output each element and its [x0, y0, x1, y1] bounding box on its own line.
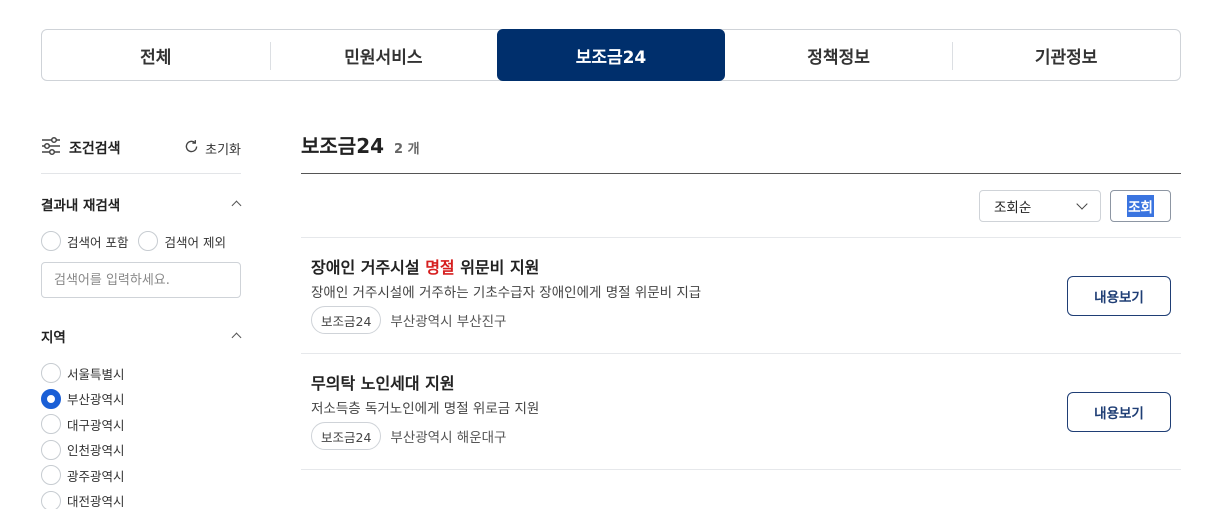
radio-circle[interactable]: [41, 231, 61, 251]
refine-section-title: 결과내 재검색: [41, 198, 121, 214]
region-option-gwangju[interactable]: 광주광역시: [41, 465, 241, 485]
result-title-text: 장애인 거주시설: [311, 258, 426, 277]
tab-agency-info[interactable]: 기관정보: [952, 30, 1180, 80]
region-option-incheon[interactable]: 인천광역시: [41, 439, 241, 460]
result-description: 저소득층 독거노인에게 명절 위로금 지원: [311, 401, 540, 417]
query-button[interactable]: 조회: [1110, 190, 1171, 222]
sidebar-header: 조건검색 초기화: [41, 130, 241, 166]
radio-circle[interactable]: [41, 465, 61, 485]
result-title-text: 무의탁 노인세대 지원: [311, 374, 455, 393]
reset-label: 초기화: [205, 142, 241, 158]
tab-all[interactable]: 전체: [42, 30, 270, 80]
sidebar-divider: [41, 173, 241, 174]
region-option-label: 부산광역시: [67, 392, 125, 407]
radio-circle[interactable]: [41, 439, 61, 460]
filter-sidebar: 조건검색 초기화 결과내 재검색 검색어 포함 검색어 제외 지역: [41, 130, 241, 509]
refine-options: 검색어 포함 검색어 제외: [41, 231, 241, 251]
sidebar-title-label: 조건검색: [69, 141, 121, 157]
region-section-header[interactable]: 지역: [41, 325, 241, 347]
view-detail-button[interactable]: 내용보기: [1067, 392, 1171, 432]
region-option-daejeon[interactable]: 대전광역시: [41, 490, 241, 509]
results-header: 보조금24 2 개: [301, 130, 1181, 164]
region-option-label: 광주광역시: [67, 468, 125, 484]
page-title: 보조금24: [301, 134, 385, 158]
region-section-title: 지역: [41, 330, 66, 346]
results-controls: 조회순 조회: [301, 190, 1181, 222]
region-option-label: 대구광역시: [67, 417, 125, 433]
result-location: 부산광역시 부산진구: [390, 314, 507, 330]
result-description: 장애인 거주시설에 거주하는 기초수급자 장애인에게 명절 위문비 지급: [311, 285, 702, 301]
refine-search-input[interactable]: [41, 262, 241, 298]
tab-civil-service[interactable]: 민원서비스: [269, 30, 498, 80]
result-title[interactable]: 무의탁 노인세대 지원: [311, 370, 1181, 393]
tab-subsidy24[interactable]: 보조금24: [497, 29, 725, 81]
result-title[interactable]: 장애인 거주시설 명절 위문비 지원: [311, 254, 1181, 277]
result-count: 2 개: [394, 142, 420, 157]
sort-selected-value: 조회순: [994, 200, 1032, 216]
radio-circle[interactable]: [41, 363, 61, 383]
filter-sliders-icon: [41, 136, 61, 160]
region-option-busan[interactable]: 부산광역시: [41, 388, 241, 409]
category-tag: 보조금24: [311, 422, 382, 450]
radio-circle[interactable]: [138, 231, 159, 251]
sort-select[interactable]: 조회순: [979, 190, 1101, 222]
results-divider: [301, 173, 1181, 174]
results-panel: 보조금24 2 개 조회순 조회 장애인 거주시설 명절 위문비 지원 장애인 …: [301, 130, 1181, 470]
category-tabs: 전체 민원서비스 보조금24 정책정보 기관정보: [41, 29, 1181, 81]
result-title-text: 위문비 지원: [454, 258, 540, 277]
region-list: 서울특별시 부산광역시 대구광역시 인천광역시 광주광역시 대전광역시: [41, 363, 241, 509]
tab-policy-info[interactable]: 정책정보: [725, 30, 953, 80]
refine-section-header[interactable]: 결과내 재검색: [41, 193, 241, 215]
region-option-label: 대전광역시: [67, 494, 125, 509]
include-keyword-label: 검색어 포함: [67, 234, 129, 250]
include-keyword-radio[interactable]: 검색어 포함: [41, 231, 128, 251]
region-option-label: 인천광역시: [67, 443, 125, 458]
chevron-up-icon[interactable]: [231, 199, 241, 209]
result-meta: 보조금24 부산광역시 부산진구: [311, 306, 1181, 334]
result-location: 부산광역시 해운대구: [390, 430, 507, 446]
result-title-highlight: 명절: [425, 258, 455, 277]
exclude-keyword-radio[interactable]: 검색어 제외: [138, 231, 226, 251]
result-item: 무의탁 노인세대 지원 저소득층 독거노인에게 명절 위로금 지원 보조금24 …: [301, 354, 1181, 470]
category-tag: 보조금24: [311, 306, 382, 334]
reset-button[interactable]: 초기화: [183, 138, 241, 159]
sidebar-title: 조건검색: [41, 136, 121, 160]
region-option-seoul[interactable]: 서울특별시: [41, 363, 241, 383]
exclude-keyword-label: 검색어 제외: [164, 234, 226, 250]
chevron-down-icon: [1076, 198, 1088, 210]
radio-circle-checked[interactable]: [41, 388, 61, 409]
refresh-icon: [183, 138, 200, 159]
result-meta: 보조금24 부산광역시 해운대구: [311, 422, 1181, 450]
results-list: 장애인 거주시설 명절 위문비 지원 장애인 거주시설에 거주하는 기초수급자 …: [301, 237, 1181, 470]
region-option-label: 서울특별시: [67, 366, 125, 382]
region-option-daegu[interactable]: 대구광역시: [41, 414, 241, 434]
view-detail-button[interactable]: 내용보기: [1067, 276, 1171, 316]
radio-circle[interactable]: [41, 414, 61, 434]
query-button-label: 조회: [1127, 195, 1154, 217]
chevron-up-icon[interactable]: [231, 331, 241, 341]
radio-circle[interactable]: [41, 490, 61, 509]
result-item: 장애인 거주시설 명절 위문비 지원 장애인 거주시설에 거주하는 기초수급자 …: [301, 238, 1181, 354]
